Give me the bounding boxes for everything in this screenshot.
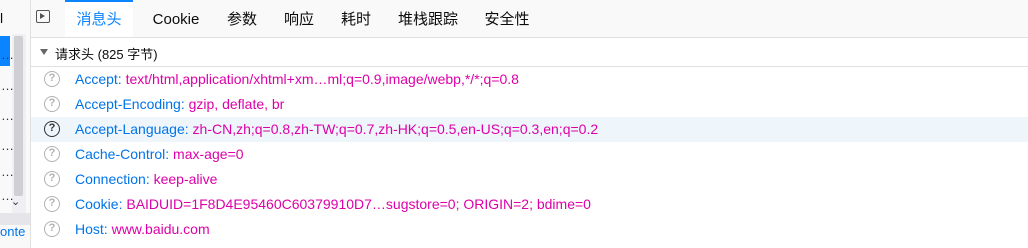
help-icon[interactable]: ? <box>44 71 60 87</box>
truncated-ellipsis: … <box>1 47 14 62</box>
header-value: zh-CN,zh;q=0.8,zh-TW;q=0.7,zh-HK;q=0.5,e… <box>192 121 599 137</box>
collapse-triangle-icon[interactable] <box>40 49 48 55</box>
header-value: gzip, deflate, br <box>188 96 285 112</box>
header-name: Host: <box>75 221 108 237</box>
help-icon[interactable]: ? <box>44 146 60 162</box>
tab-stack-trace[interactable]: 堆栈跟踪 <box>390 0 466 37</box>
tab-response[interactable]: 响应 <box>276 0 322 37</box>
toggle-sidebar-icon[interactable] <box>36 10 50 23</box>
header-row[interactable]: ? Cookie: BAIDUID=1F8D4E95460C60379910D7… <box>31 192 1028 217</box>
truncated-ellipsis: … <box>1 164 14 179</box>
help-icon[interactable]: ? <box>44 121 60 137</box>
request-list-strip: l … … … … … … ⌄ onte <box>0 0 31 248</box>
help-icon[interactable]: ? <box>44 196 60 212</box>
header-name: Connection: <box>75 171 150 187</box>
details-tab-bar: 消息头 Cookie 参数 响应 耗时 堆栈跟踪 安全性 <box>31 0 1028 38</box>
help-icon[interactable]: ? <box>44 171 60 187</box>
chevron-down-icon[interactable]: ⌄ <box>11 195 20 208</box>
header-value: keep-alive <box>153 171 218 187</box>
help-icon[interactable]: ? <box>44 221 60 237</box>
section-title: 请求头 (825 字节) <box>55 47 158 62</box>
tab-security[interactable]: 安全性 <box>477 0 537 37</box>
tab-timings[interactable]: 耗时 <box>333 0 379 37</box>
request-headers-list: ? Accept: text/html,application/xhtml+xm… <box>31 67 1028 242</box>
request-list-scroll-thumb[interactable] <box>14 36 23 196</box>
header-name: Cookie: <box>75 196 123 212</box>
request-list-fragment: l <box>0 10 4 26</box>
header-value: BAIDUID=1F8D4E95460C60379910D7…sugstore=… <box>126 196 591 212</box>
header-name: Cache-Control: <box>75 146 170 162</box>
tab-params[interactable]: 参数 <box>219 0 265 37</box>
header-row[interactable]: ? Cache-Control: max-age=0 <box>31 142 1028 167</box>
header-value: max-age=0 <box>173 146 244 162</box>
header-value: text/html,application/xhtml+xm…ml;q=0.9,… <box>125 71 519 87</box>
header-row[interactable]: ? Accept-Encoding: gzip, deflate, br <box>31 92 1028 117</box>
truncated-ellipsis: … <box>1 138 14 153</box>
tab-cookie[interactable]: Cookie <box>143 0 209 37</box>
header-row[interactable]: ? Accept: text/html,application/xhtml+xm… <box>31 67 1028 92</box>
header-row[interactable]: ? Host: www.baidu.com <box>31 217 1028 242</box>
tab-headers[interactable]: 消息头 <box>65 0 133 37</box>
header-row[interactable]: ? Accept-Language: zh-CN,zh;q=0.8,zh-TW;… <box>31 117 1028 142</box>
header-name: Accept-Language: <box>75 121 189 137</box>
truncated-ellipsis: … <box>1 78 14 93</box>
header-value: www.baidu.com <box>111 221 210 237</box>
header-name: Accept-Encoding: <box>75 96 185 112</box>
truncated-ellipsis: … <box>1 108 14 123</box>
header-row[interactable]: ? Connection: keep-alive <box>31 167 1028 192</box>
header-name: Accept: <box>75 71 122 87</box>
help-icon[interactable]: ? <box>44 96 60 112</box>
request-headers-section[interactable]: 请求头 (825 字节) <box>31 38 1028 67</box>
request-list-fragment: onte <box>0 224 26 239</box>
